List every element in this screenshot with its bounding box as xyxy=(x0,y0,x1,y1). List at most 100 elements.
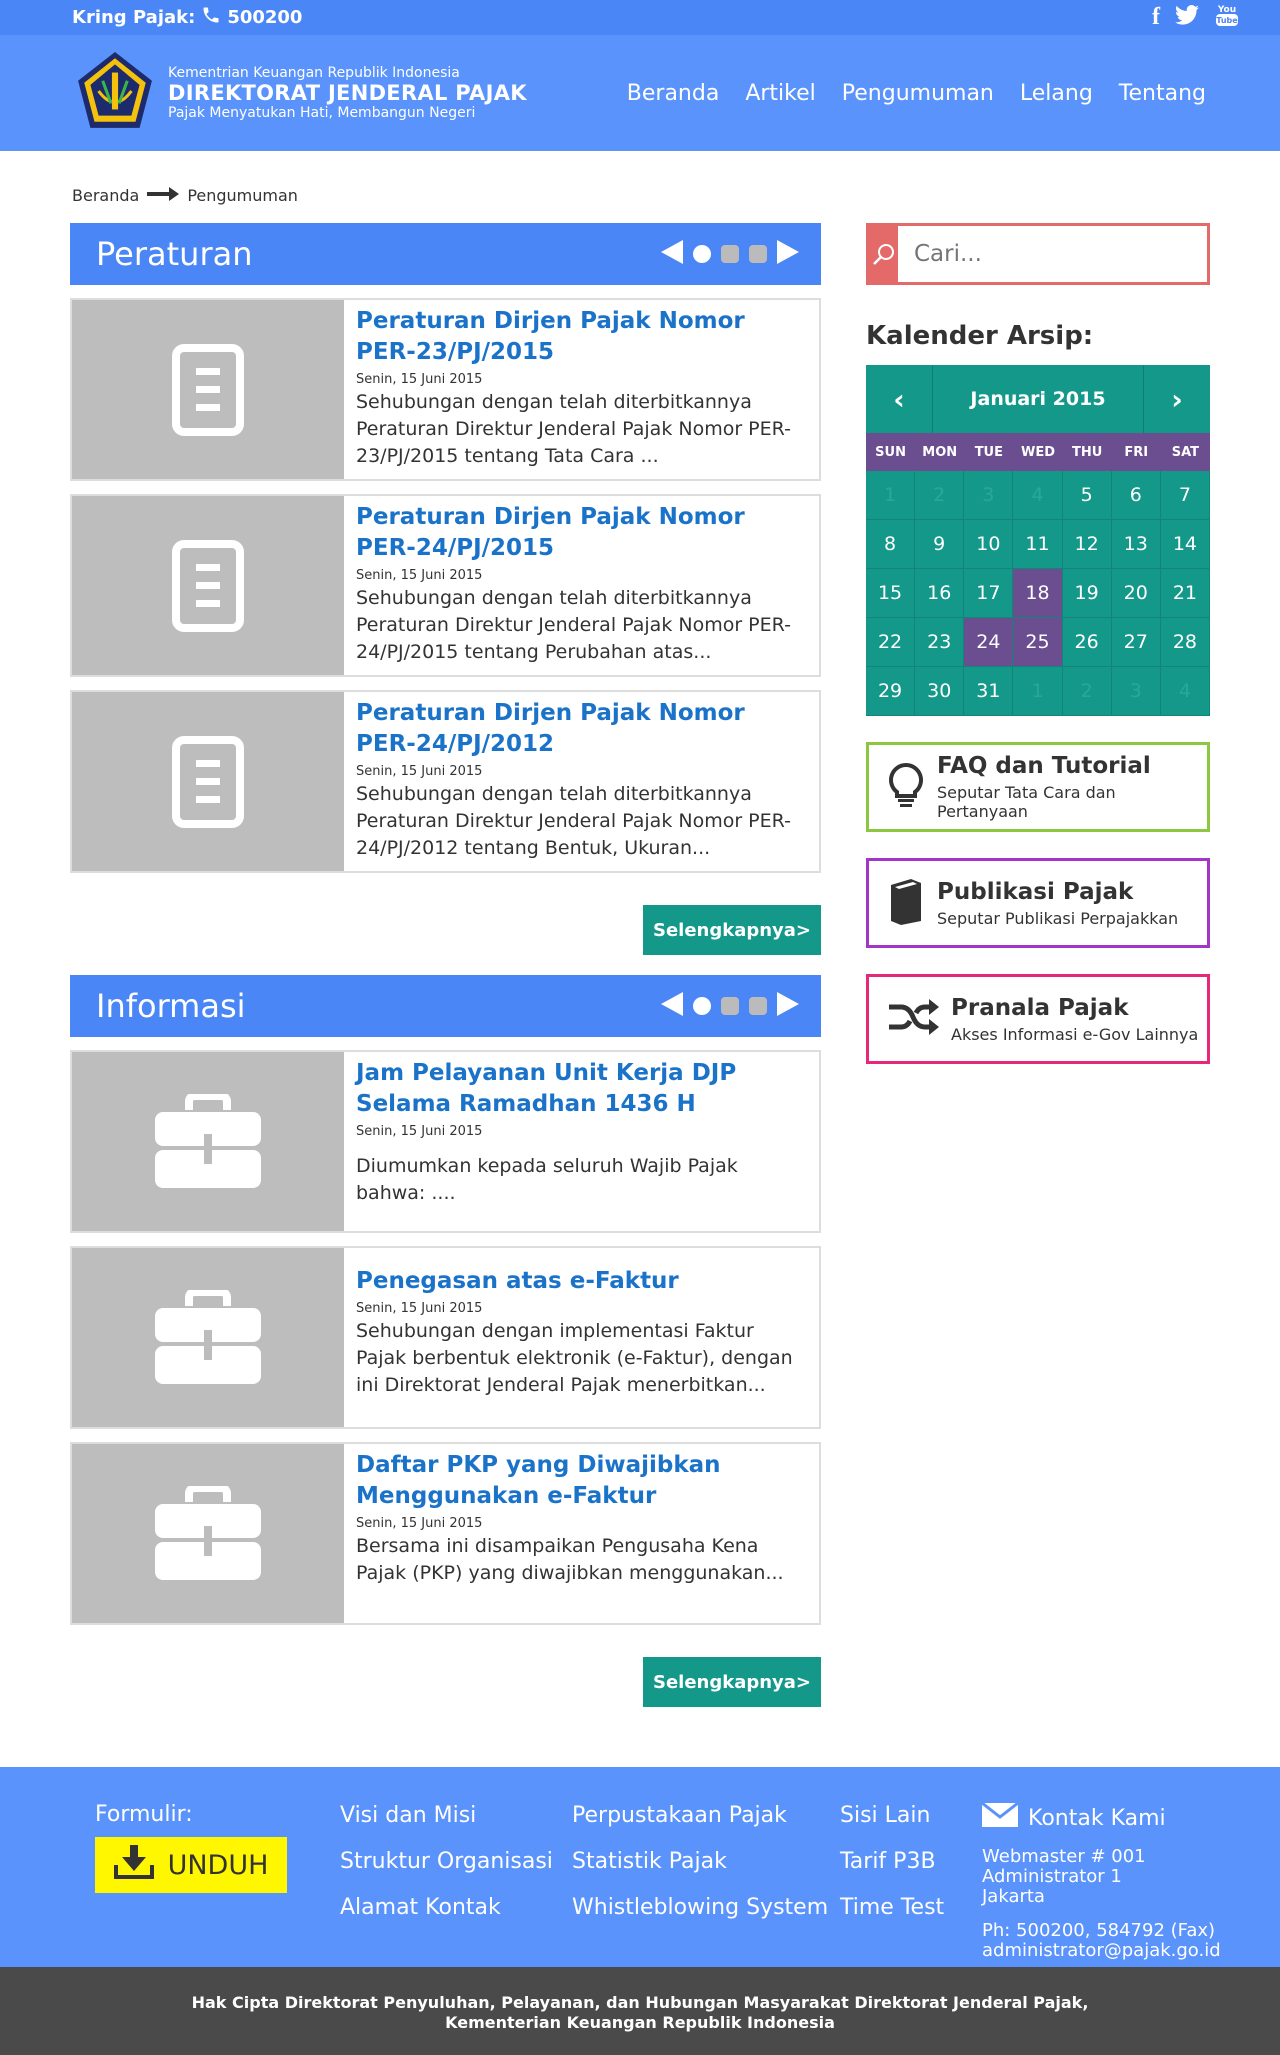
calendar-prev-icon[interactable]: ‹ xyxy=(866,365,932,433)
search-icon[interactable] xyxy=(869,226,898,282)
info-title[interactable]: Daftar PKP yang Diwajibkan Menggunakan e… xyxy=(356,1450,807,1512)
info-title[interactable]: Penegasan atas e-Faktur xyxy=(356,1266,807,1297)
calendar-day[interactable]: 9 xyxy=(915,520,965,569)
article-title[interactable]: Peraturan Dirjen Pajak Nomor PER-24/PJ/2… xyxy=(356,698,807,760)
calendar-day[interactable]: 2 xyxy=(915,471,965,520)
article-title[interactable]: Peraturan Dirjen Pajak Nomor PER-24/PJ/2… xyxy=(356,502,807,564)
calendar-day[interactable]: 17 xyxy=(964,569,1014,618)
brand-tagline: Pajak Menyatukan Hati, Membangun Negeri xyxy=(168,105,476,121)
footer-link[interactable]: Struktur Organisasi xyxy=(340,1839,572,1885)
article-card[interactable]: Peraturan Dirjen Pajak Nomor PER-24/PJ/2… xyxy=(70,690,821,873)
facebook-icon[interactable]: f xyxy=(1152,4,1160,31)
nav-lelang[interactable]: Lelang xyxy=(1020,81,1093,106)
calendar-day[interactable]: 1 xyxy=(1013,667,1063,716)
calendar-day[interactable]: 27 xyxy=(1111,618,1161,667)
twitter-icon[interactable] xyxy=(1174,5,1200,30)
footer-link[interactable]: Visi dan Misi xyxy=(340,1793,572,1839)
pager-dot[interactable] xyxy=(749,245,767,263)
brand[interactable]: Kementrian Keuangan Republik Indonesia D… xyxy=(74,50,527,136)
info-title[interactable]: Jam Pelayanan Unit Kerja DJP Selama Rama… xyxy=(356,1058,807,1120)
info-card[interactable]: Penegasan atas e-Faktur Senin, 15 Juni 2… xyxy=(70,1246,821,1429)
calendar-day[interactable]: 8 xyxy=(866,520,916,569)
publikasi-box[interactable]: Publikasi Pajak Seputar Publikasi Perpaj… xyxy=(866,858,1210,948)
calendar-day[interactable]: 20 xyxy=(1111,569,1161,618)
calendar-day[interactable]: 28 xyxy=(1160,618,1210,667)
calendar-day[interactable]: 7 xyxy=(1160,471,1210,520)
prev-arrow-icon[interactable] xyxy=(661,240,683,268)
info-card[interactable]: Jam Pelayanan Unit Kerja DJP Selama Rama… xyxy=(70,1050,821,1233)
document-icon xyxy=(72,496,344,675)
search-input[interactable] xyxy=(898,226,1207,282)
calendar-day[interactable]: 4 xyxy=(1013,471,1063,520)
pager-dot[interactable] xyxy=(693,997,711,1015)
calendar-day[interactable]: 2 xyxy=(1062,667,1112,716)
calendar-day[interactable]: 3 xyxy=(1111,667,1161,716)
calendar-day[interactable]: 21 xyxy=(1160,569,1210,618)
calendar-day[interactable]: 19 xyxy=(1062,569,1112,618)
calendar-day[interactable]: 26 xyxy=(1062,618,1112,667)
next-arrow-icon[interactable] xyxy=(777,992,799,1020)
brand-ministry: Kementrian Keuangan Republik Indonesia xyxy=(168,65,460,81)
ministry-emblem-icon xyxy=(74,50,156,136)
calendar-day[interactable]: 10 xyxy=(964,520,1014,569)
calendar-day[interactable]: 12 xyxy=(1062,520,1112,569)
svg-text:You: You xyxy=(1217,5,1236,15)
kring-label: Kring Pajak: xyxy=(72,7,196,28)
box-title: Pranala Pajak xyxy=(951,994,1129,1021)
calendar-day[interactable]: 24 xyxy=(964,618,1014,667)
footer: Formulir: UNDUH Visi dan Misi Struktur O… xyxy=(0,1767,1280,1967)
footer-link[interactable]: Alamat Kontak xyxy=(340,1885,572,1931)
calendar-day[interactable]: 18 xyxy=(1013,569,1063,618)
briefcase-icon xyxy=(72,1248,344,1427)
pager-dot[interactable] xyxy=(749,997,767,1015)
breadcrumb-home[interactable]: Beranda xyxy=(72,186,139,205)
youtube-icon[interactable]: You Tube xyxy=(1214,2,1240,33)
pager-dot[interactable] xyxy=(693,245,711,263)
calendar-day[interactable]: 13 xyxy=(1111,520,1161,569)
calendar-day[interactable]: 11 xyxy=(1013,520,1063,569)
calendar-day[interactable]: 22 xyxy=(866,618,916,667)
footer-link[interactable]: Time Test xyxy=(840,1885,982,1931)
article-title[interactable]: Peraturan Dirjen Pajak Nomor PER-23/PJ/2… xyxy=(356,306,807,368)
nav-artikel[interactable]: Artikel xyxy=(745,81,815,106)
info-excerpt: Diumumkan kepada seluruh Wajib Pajak bah… xyxy=(356,1155,738,1204)
calendar-next-icon[interactable]: › xyxy=(1144,365,1210,433)
informasi-more-button[interactable]: Selengkapnya> xyxy=(643,1657,821,1707)
calendar-day[interactable]: 1 xyxy=(866,471,916,520)
calendar-day[interactable]: 6 xyxy=(1111,471,1161,520)
contact-email[interactable]: administrator@pajak.go.id xyxy=(982,1941,1221,1961)
calendar-day[interactable]: 3 xyxy=(964,471,1014,520)
next-arrow-icon[interactable] xyxy=(777,240,799,268)
prev-arrow-icon[interactable] xyxy=(661,992,683,1020)
calendar-day[interactable]: 25 xyxy=(1013,618,1063,667)
calendar-day[interactable]: 5 xyxy=(1062,471,1112,520)
calendar-day[interactable]: 23 xyxy=(915,618,965,667)
calendar-day[interactable]: 31 xyxy=(964,667,1014,716)
pager-dot[interactable] xyxy=(721,245,739,263)
faq-box[interactable]: FAQ dan Tutorial Seputar Tata Cara dan P… xyxy=(866,742,1210,832)
top-bar: Kring Pajak: 500200 f You Tube xyxy=(0,0,1280,35)
calendar-day[interactable]: 4 xyxy=(1160,667,1210,716)
footer-link[interactable]: Perpustakaan Pajak xyxy=(572,1793,840,1839)
calendar-day[interactable]: 14 xyxy=(1160,520,1210,569)
unduh-button[interactable]: UNDUH xyxy=(95,1837,287,1893)
calendar-day[interactable]: 15 xyxy=(866,569,916,618)
pager-dot[interactable] xyxy=(721,997,739,1015)
footer-link[interactable]: Whistleblowing System xyxy=(572,1885,840,1931)
peraturan-more-button[interactable]: Selengkapnya> xyxy=(643,905,821,955)
calendar-day[interactable]: 16 xyxy=(915,569,965,618)
info-card[interactable]: Daftar PKP yang Diwajibkan Menggunakan e… xyxy=(70,1442,821,1625)
article-card[interactable]: Peraturan Dirjen Pajak Nomor PER-24/PJ/2… xyxy=(70,494,821,677)
peraturan-pager xyxy=(661,240,799,268)
nav-pengumuman[interactable]: Pengumuman xyxy=(842,81,994,106)
footer-link[interactable]: Statistik Pajak xyxy=(572,1839,840,1885)
article-card[interactable]: Peraturan Dirjen Pajak Nomor PER-23/PJ/2… xyxy=(70,298,821,481)
nav-tentang[interactable]: Tentang xyxy=(1119,81,1206,106)
pranala-box[interactable]: Pranala Pajak Akses Informasi e-Gov Lain… xyxy=(866,974,1210,1064)
footer-link[interactable]: Sisi Lain xyxy=(840,1793,982,1839)
calendar-day[interactable]: 30 xyxy=(915,667,965,716)
calendar-day[interactable]: 29 xyxy=(866,667,916,716)
nav-beranda[interactable]: Beranda xyxy=(627,81,720,106)
site-header: Kementrian Keuangan Republik Indonesia D… xyxy=(0,35,1280,151)
footer-link[interactable]: Tarif P3B xyxy=(840,1839,982,1885)
